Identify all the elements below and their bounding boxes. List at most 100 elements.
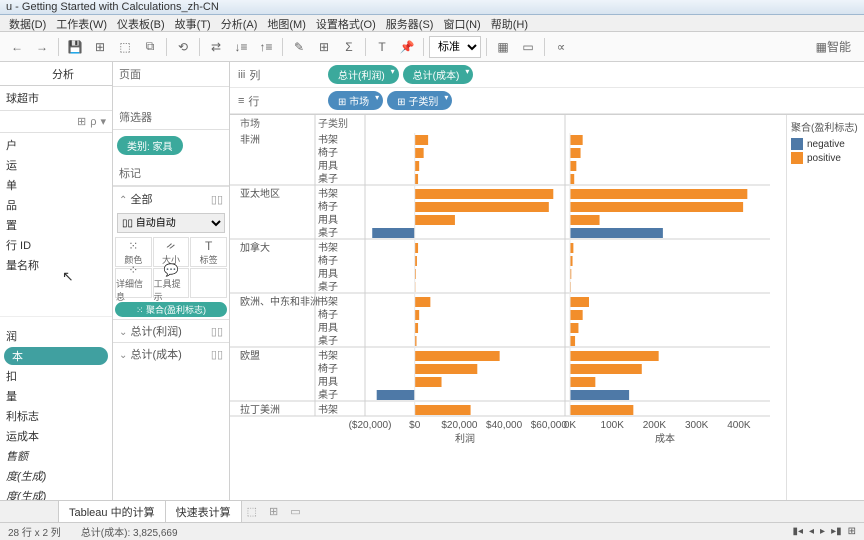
clear-icon[interactable]: ⟲ xyxy=(172,36,194,58)
col-pill-cost[interactable]: 总计(成本) xyxy=(403,65,474,84)
measure-field[interactable]: 度(生成) xyxy=(0,466,112,486)
status-nav-icon[interactable]: ▸▮ xyxy=(831,526,842,537)
sort-asc-icon[interactable]: ↓≡ xyxy=(230,36,252,58)
menu-story[interactable]: 故事(T) xyxy=(170,15,216,31)
dropdown-icon[interactable]: ▾ xyxy=(100,115,106,128)
legend-swatch-positive xyxy=(791,152,803,164)
fit-select[interactable]: 标准 xyxy=(429,36,481,58)
status-bar: 28 行 x 2 列 总计(成本): 3,825,669 ▮◂ ◂ ▸ ▸▮ ⊞ xyxy=(0,522,864,540)
group-icon[interactable]: ⊞ xyxy=(313,36,335,58)
marks-detail[interactable]: ⁘详细信息 xyxy=(115,268,152,298)
menu-analysis[interactable]: 分析(A) xyxy=(216,15,263,31)
marks-all-label[interactable]: 全部 xyxy=(130,194,152,206)
view-icon[interactable]: ⊞ xyxy=(77,115,86,128)
menu-help[interactable]: 帮助(H) xyxy=(486,15,533,31)
dimension-field[interactable]: 量名称 xyxy=(0,255,112,275)
svg-text:书架: 书架 xyxy=(318,350,338,362)
svg-text:$20,000: $20,000 xyxy=(441,420,478,431)
svg-text:欧盟: 欧盟 xyxy=(240,350,260,362)
present-icon[interactable]: ▭ xyxy=(517,36,539,58)
marks-color-pill[interactable]: ⁙ 聚合(盈利标志) xyxy=(115,302,227,317)
new-datasource-icon[interactable]: ⊞ xyxy=(89,36,111,58)
svg-text:子类别: 子类别 xyxy=(318,117,348,130)
swap-icon[interactable]: ⇄ xyxy=(205,36,227,58)
status-nav-icon[interactable]: ◂ xyxy=(809,526,814,537)
menu-worksheet[interactable]: 工作表(W) xyxy=(51,15,112,31)
analysis-tab[interactable]: 分析 xyxy=(44,63,82,85)
measure-field[interactable]: 量 xyxy=(0,386,112,406)
labels-icon[interactable]: T xyxy=(371,36,393,58)
svg-text:$0: $0 xyxy=(409,420,421,431)
share-icon[interactable]: ∝ xyxy=(550,36,572,58)
sheet-tabs: Tableau 中的计算 快速表计算 ⬚ ⊞ ▭ xyxy=(0,500,864,522)
datasource-name[interactable]: 球超市 xyxy=(6,90,39,106)
marks-type-select[interactable]: ▯▯ 自动自动 xyxy=(117,213,225,233)
menu-window[interactable]: 窗口(N) xyxy=(438,15,485,31)
measure-field[interactable]: 扣 xyxy=(0,366,112,386)
measure-field[interactable]: 运成本 xyxy=(0,426,112,446)
dimension-field[interactable]: 户 xyxy=(0,135,112,155)
measure-field[interactable]: 售额 xyxy=(0,446,112,466)
marks-label: 标记 xyxy=(119,165,141,181)
menu-data[interactable]: 数据(D) xyxy=(4,15,51,31)
dimension-field[interactable]: 单 xyxy=(0,175,112,195)
axis-cost-label[interactable]: 总计(成本) xyxy=(130,349,181,361)
showme-icon[interactable]: ▦ xyxy=(492,36,514,58)
new-sheet-icon[interactable]: ⬚ xyxy=(114,36,136,58)
svg-text:$40,000: $40,000 xyxy=(486,420,523,431)
search-icon[interactable]: ρ xyxy=(90,116,96,128)
tab-quick[interactable]: 快速表计算 xyxy=(165,500,242,523)
filter-pill[interactable]: 类别: 家具 xyxy=(117,136,183,155)
dimension-field[interactable]: 品 xyxy=(0,195,112,215)
status-nav-icon[interactable]: ▸ xyxy=(820,526,825,537)
new-worksheet-icon[interactable]: ⬚ xyxy=(241,502,263,521)
save-icon[interactable]: 💾 xyxy=(64,36,86,58)
tab-calc[interactable]: Tableau 中的计算 xyxy=(58,500,166,523)
highlight-icon[interactable]: ✎ xyxy=(288,36,310,58)
menu-dashboard[interactable]: 仪表板(B) xyxy=(112,15,170,31)
menu-server[interactable]: 服务器(S) xyxy=(381,15,439,31)
show-me-button[interactable]: ▦ 智能 xyxy=(809,36,858,58)
sort-desc-icon[interactable]: ↑≡ xyxy=(255,36,277,58)
bar-icon: ▯▯ xyxy=(211,325,223,338)
back-icon[interactable]: ← xyxy=(6,36,28,58)
svg-text:用具: 用具 xyxy=(318,214,338,226)
measure-field[interactable]: 本 xyxy=(4,347,108,365)
dimension-field[interactable]: 运 xyxy=(0,155,112,175)
measure-field[interactable]: 利标志 xyxy=(0,406,112,426)
svg-text:亚太地区: 亚太地区 xyxy=(240,187,280,200)
axis-profit-label[interactable]: 总计(利润) xyxy=(130,326,181,338)
svg-text:用具: 用具 xyxy=(318,160,338,172)
row-pill-subcat[interactable]: ⊞ 子类别 xyxy=(387,91,452,110)
svg-text:市场: 市场 xyxy=(240,117,260,130)
svg-text:加拿大: 加拿大 xyxy=(240,241,270,254)
data-pane: 分析 球超市 ⊞ ρ ▾ 户运单品置行 ID量名称 润本扣量利标志运成本售额度(… xyxy=(0,62,113,507)
svg-text:桌子: 桌子 xyxy=(318,280,338,293)
color-legend[interactable]: 聚合(盈利标志) negative positive xyxy=(786,115,864,507)
dimension-field[interactable]: 行 ID xyxy=(0,235,112,255)
marks-label[interactable]: T标签 xyxy=(190,237,227,267)
totals-icon[interactable]: Σ xyxy=(338,36,360,58)
svg-text:桌子: 桌子 xyxy=(318,334,338,347)
duplicate-icon[interactable]: ⧉ xyxy=(139,36,161,58)
forward-icon[interactable]: → xyxy=(31,36,53,58)
pin-icon[interactable]: 📌 xyxy=(396,36,418,58)
svg-text:书架: 书架 xyxy=(318,134,338,146)
menu-map[interactable]: 地图(M) xyxy=(262,15,311,31)
dimension-field[interactable]: 置 xyxy=(0,215,112,235)
chart-canvas[interactable]: 市场子类别非洲书架椅子用具桌子亚太地区书架椅子用具桌子加拿大书架椅子用具桌子欧洲… xyxy=(230,115,786,507)
new-story-icon[interactable]: ▭ xyxy=(284,502,306,521)
status-grid-icon[interactable]: ⊞ xyxy=(848,526,856,537)
col-pill-profit[interactable]: 总计(利润) xyxy=(328,65,399,84)
svg-text:200K: 200K xyxy=(643,420,667,431)
legend-title: 聚合(盈利标志) xyxy=(791,119,860,134)
measure-field[interactable]: 润 xyxy=(0,326,112,346)
svg-text:书架: 书架 xyxy=(318,242,338,254)
status-rows: 28 行 x 2 列 xyxy=(8,524,61,539)
filters-shelf-label: 筛选器 xyxy=(119,109,152,125)
row-pill-market[interactable]: ⊞ 市场 xyxy=(328,91,383,110)
new-dashboard-icon[interactable]: ⊞ xyxy=(263,502,284,521)
status-nav-icon[interactable]: ▮◂ xyxy=(792,526,803,537)
menu-format[interactable]: 设置格式(O) xyxy=(311,15,381,31)
marks-tooltip[interactable]: 💬工具提示 xyxy=(153,268,190,298)
